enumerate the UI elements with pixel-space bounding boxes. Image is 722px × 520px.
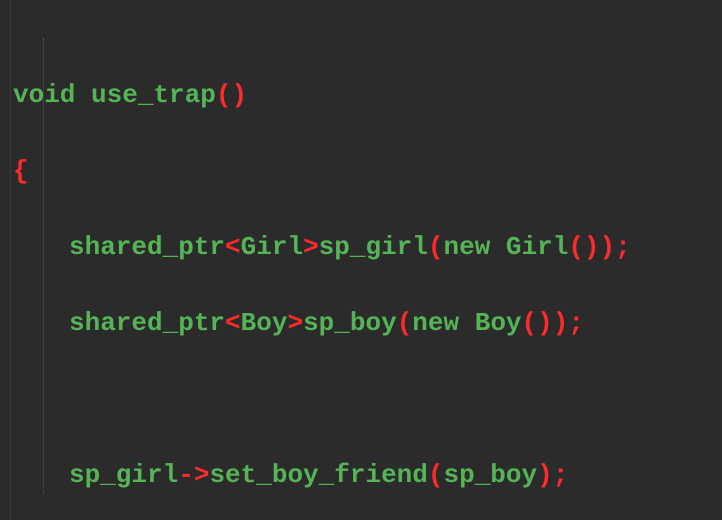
angle-open: < <box>225 232 241 262</box>
code-line: shared_ptr<Boy>sp_boy(new Boy()); <box>13 304 631 342</box>
editor-gutter <box>0 0 11 520</box>
semicolon: ; <box>615 232 631 262</box>
keyword-void: void <box>13 80 75 110</box>
arrow-op: -> <box>178 460 209 490</box>
type-boy: Boy <box>241 308 288 338</box>
paren: () <box>568 232 599 262</box>
type-sharedptr: shared_ptr <box>69 308 225 338</box>
method-setboyfriend: set_boy_friend <box>209 460 427 490</box>
paren-open: ( <box>428 232 444 262</box>
angle-close: > <box>303 232 319 262</box>
code-line: sp_girl->set_boy_friend(sp_boy); <box>13 456 631 494</box>
indent-guide <box>43 38 44 494</box>
brace-open: { <box>13 156 29 186</box>
type-girl: Girl <box>241 232 303 262</box>
code-line: { <box>13 152 631 190</box>
paren-close: ) <box>553 308 569 338</box>
var-spgirl: sp_girl <box>69 460 178 490</box>
code-line: shared_ptr<Girl>sp_girl(new Girl()); <box>13 228 631 266</box>
function-name: use_trap <box>75 80 215 110</box>
var-spboy: sp_boy <box>303 308 397 338</box>
var-spgirl: sp_girl <box>319 232 428 262</box>
keyword-new: new <box>412 308 459 338</box>
arg-spboy: sp_boy <box>443 460 537 490</box>
paren-open: ( <box>397 308 413 338</box>
paren: () <box>522 308 553 338</box>
code-line: void use_trap() <box>13 76 631 114</box>
type-boy: Boy <box>459 308 521 338</box>
paren-close: ) <box>537 460 553 490</box>
code-area: void use_trap() { shared_ptr<Girl>sp_gir… <box>11 0 631 520</box>
type-girl: Girl <box>490 232 568 262</box>
type-sharedptr: shared_ptr <box>69 232 225 262</box>
semicolon: ; <box>553 460 569 490</box>
keyword-new: new <box>444 232 491 262</box>
blank-line <box>13 380 631 418</box>
angle-open: < <box>225 308 241 338</box>
semicolon: ; <box>568 308 584 338</box>
paren-close: ) <box>600 232 616 262</box>
paren-open: ( <box>428 460 444 490</box>
paren: () <box>216 80 247 110</box>
angle-close: > <box>287 308 303 338</box>
code-editor: void use_trap() { shared_ptr<Girl>sp_gir… <box>0 0 722 520</box>
